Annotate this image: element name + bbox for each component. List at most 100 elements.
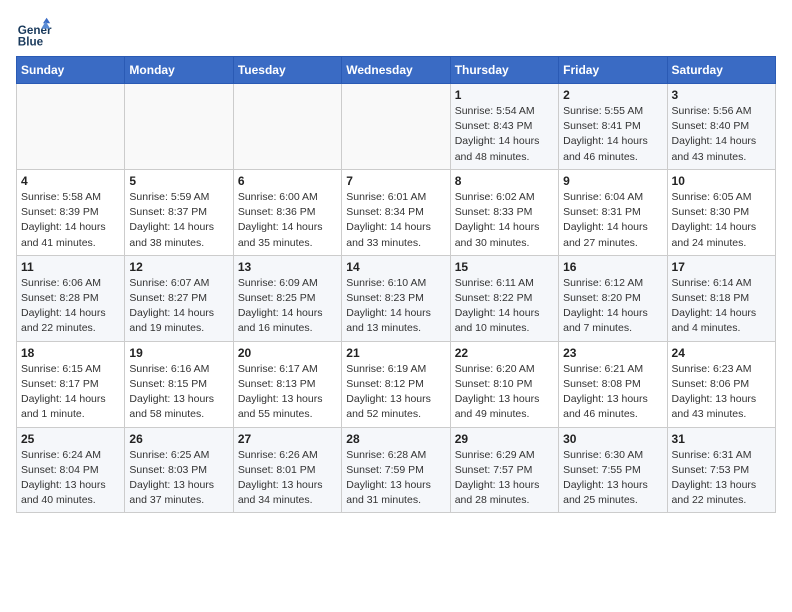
calendar-cell: 6 Sunrise: 6:00 AM Sunset: 8:36 PM Daylig… (233, 169, 341, 255)
calendar-cell: 17 Sunrise: 6:14 AM Sunset: 8:18 PM Dayli… (667, 255, 775, 341)
day-number: 22 (455, 346, 554, 360)
day-info: Sunrise: 6:25 AM Sunset: 8:03 PM Dayligh… (129, 448, 228, 509)
weekday-header-monday: Monday (125, 57, 233, 84)
day-info: Sunrise: 6:15 AM Sunset: 8:17 PM Dayligh… (21, 362, 120, 423)
calendar-cell: 2 Sunrise: 5:55 AM Sunset: 8:41 PM Daylig… (559, 84, 667, 170)
day-info: Sunrise: 6:11 AM Sunset: 8:22 PM Dayligh… (455, 276, 554, 337)
calendar-cell: 25 Sunrise: 6:24 AM Sunset: 8:04 PM Dayli… (17, 427, 125, 513)
day-number: 20 (238, 346, 337, 360)
calendar-cell: 12 Sunrise: 6:07 AM Sunset: 8:27 PM Dayli… (125, 255, 233, 341)
day-number: 28 (346, 432, 445, 446)
day-number: 6 (238, 174, 337, 188)
day-info: Sunrise: 5:56 AM Sunset: 8:40 PM Dayligh… (672, 104, 771, 165)
calendar-week-row: 4 Sunrise: 5:58 AM Sunset: 8:39 PM Daylig… (17, 169, 776, 255)
calendar-cell: 31 Sunrise: 6:31 AM Sunset: 7:53 PM Dayli… (667, 427, 775, 513)
day-info: Sunrise: 6:02 AM Sunset: 8:33 PM Dayligh… (455, 190, 554, 251)
calendar-cell: 1 Sunrise: 5:54 AM Sunset: 8:43 PM Daylig… (450, 84, 558, 170)
calendar-week-row: 18Sunrise: 6:15 AM Sunset: 8:17 PM Dayli… (17, 341, 776, 427)
weekday-header-saturday: Saturday (667, 57, 775, 84)
calendar-cell: 27Sunrise: 6:26 AM Sunset: 8:01 PM Dayli… (233, 427, 341, 513)
calendar-cell: 26 Sunrise: 6:25 AM Sunset: 8:03 PM Dayli… (125, 427, 233, 513)
day-number: 5 (129, 174, 228, 188)
day-info: Sunrise: 6:28 AM Sunset: 7:59 PM Dayligh… (346, 448, 445, 509)
calendar-cell: 7 Sunrise: 6:01 AM Sunset: 8:34 PM Daylig… (342, 169, 450, 255)
day-number: 30 (563, 432, 662, 446)
day-number: 2 (563, 88, 662, 102)
day-info: Sunrise: 5:54 AM Sunset: 8:43 PM Dayligh… (455, 104, 554, 165)
calendar-cell (17, 84, 125, 170)
day-number: 10 (672, 174, 771, 188)
calendar-cell: 20 Sunrise: 6:17 AM Sunset: 8:13 PM Dayli… (233, 341, 341, 427)
day-number: 14 (346, 260, 445, 274)
weekday-header-sunday: Sunday (17, 57, 125, 84)
calendar-cell: 14Sunrise: 6:10 AM Sunset: 8:23 PM Dayli… (342, 255, 450, 341)
day-info: Sunrise: 5:55 AM Sunset: 8:41 PM Dayligh… (563, 104, 662, 165)
day-info: Sunrise: 6:05 AM Sunset: 8:30 PM Dayligh… (672, 190, 771, 251)
weekday-header-friday: Friday (559, 57, 667, 84)
calendar-cell: 4 Sunrise: 5:58 AM Sunset: 8:39 PM Daylig… (17, 169, 125, 255)
day-number: 16 (563, 260, 662, 274)
day-info: Sunrise: 6:00 AM Sunset: 8:36 PM Dayligh… (238, 190, 337, 251)
calendar-cell: 11 Sunrise: 6:06 AM Sunset: 8:28 PM Dayli… (17, 255, 125, 341)
svg-text:Blue: Blue (18, 36, 44, 49)
logo: General Blue (16, 16, 56, 52)
calendar-cell: 9 Sunrise: 6:04 AM Sunset: 8:31 PM Daylig… (559, 169, 667, 255)
calendar-cell: 8 Sunrise: 6:02 AM Sunset: 8:33 PM Daylig… (450, 169, 558, 255)
day-info: Sunrise: 6:29 AM Sunset: 7:57 PM Dayligh… (455, 448, 554, 509)
day-info: Sunrise: 6:24 AM Sunset: 8:04 PM Dayligh… (21, 448, 120, 509)
day-info: Sunrise: 6:07 AM Sunset: 8:27 PM Dayligh… (129, 276, 228, 337)
calendar-cell: 22Sunrise: 6:20 AM Sunset: 8:10 PM Dayli… (450, 341, 558, 427)
day-number: 23 (563, 346, 662, 360)
calendar-cell (342, 84, 450, 170)
day-number: 26 (129, 432, 228, 446)
calendar-cell: 15 Sunrise: 6:11 AM Sunset: 8:22 PM Dayli… (450, 255, 558, 341)
calendar-cell: 18Sunrise: 6:15 AM Sunset: 8:17 PM Dayli… (17, 341, 125, 427)
weekday-header-row: SundayMondayTuesdayWednesdayThursdayFrid… (17, 57, 776, 84)
day-info: Sunrise: 6:31 AM Sunset: 7:53 PM Dayligh… (672, 448, 771, 509)
day-number: 19 (129, 346, 228, 360)
day-number: 12 (129, 260, 228, 274)
day-info: Sunrise: 6:19 AM Sunset: 8:12 PM Dayligh… (346, 362, 445, 423)
calendar-cell: 10 Sunrise: 6:05 AM Sunset: 8:30 PM Dayli… (667, 169, 775, 255)
day-number: 31 (672, 432, 771, 446)
calendar-week-row: 1 Sunrise: 5:54 AM Sunset: 8:43 PM Daylig… (17, 84, 776, 170)
calendar-cell: 5 Sunrise: 5:59 AM Sunset: 8:37 PM Daylig… (125, 169, 233, 255)
day-number: 13 (238, 260, 337, 274)
day-info: Sunrise: 6:23 AM Sunset: 8:06 PM Dayligh… (672, 362, 771, 423)
day-number: 21 (346, 346, 445, 360)
day-info: Sunrise: 6:12 AM Sunset: 8:20 PM Dayligh… (563, 276, 662, 337)
day-info: Sunrise: 6:26 AM Sunset: 8:01 PM Dayligh… (238, 448, 337, 509)
day-number: 7 (346, 174, 445, 188)
day-number: 15 (455, 260, 554, 274)
header: General Blue (16, 16, 776, 52)
day-number: 8 (455, 174, 554, 188)
calendar-week-row: 11 Sunrise: 6:06 AM Sunset: 8:28 PM Dayli… (17, 255, 776, 341)
day-info: Sunrise: 6:06 AM Sunset: 8:28 PM Dayligh… (21, 276, 120, 337)
day-number: 1 (455, 88, 554, 102)
day-info: Sunrise: 6:14 AM Sunset: 8:18 PM Dayligh… (672, 276, 771, 337)
day-info: Sunrise: 5:59 AM Sunset: 8:37 PM Dayligh… (129, 190, 228, 251)
calendar-week-row: 25 Sunrise: 6:24 AM Sunset: 8:04 PM Dayli… (17, 427, 776, 513)
weekday-header-wednesday: Wednesday (342, 57, 450, 84)
day-number: 9 (563, 174, 662, 188)
calendar-cell (233, 84, 341, 170)
calendar-cell (125, 84, 233, 170)
day-number: 17 (672, 260, 771, 274)
day-info: Sunrise: 5:58 AM Sunset: 8:39 PM Dayligh… (21, 190, 120, 251)
day-number: 25 (21, 432, 120, 446)
day-number: 11 (21, 260, 120, 274)
day-info: Sunrise: 6:17 AM Sunset: 8:13 PM Dayligh… (238, 362, 337, 423)
day-number: 24 (672, 346, 771, 360)
calendar-cell: 28 Sunrise: 6:28 AM Sunset: 7:59 PM Dayli… (342, 427, 450, 513)
day-info: Sunrise: 6:30 AM Sunset: 7:55 PM Dayligh… (563, 448, 662, 509)
day-info: Sunrise: 6:16 AM Sunset: 8:15 PM Dayligh… (129, 362, 228, 423)
day-info: Sunrise: 6:01 AM Sunset: 8:34 PM Dayligh… (346, 190, 445, 251)
calendar-cell: 24 Sunrise: 6:23 AM Sunset: 8:06 PM Dayli… (667, 341, 775, 427)
calendar-cell: 21 Sunrise: 6:19 AM Sunset: 8:12 PM Dayli… (342, 341, 450, 427)
day-number: 4 (21, 174, 120, 188)
day-number: 3 (672, 88, 771, 102)
calendar-cell: 3 Sunrise: 5:56 AM Sunset: 8:40 PM Daylig… (667, 84, 775, 170)
weekday-header-tuesday: Tuesday (233, 57, 341, 84)
day-info: Sunrise: 6:04 AM Sunset: 8:31 PM Dayligh… (563, 190, 662, 251)
weekday-header-thursday: Thursday (450, 57, 558, 84)
